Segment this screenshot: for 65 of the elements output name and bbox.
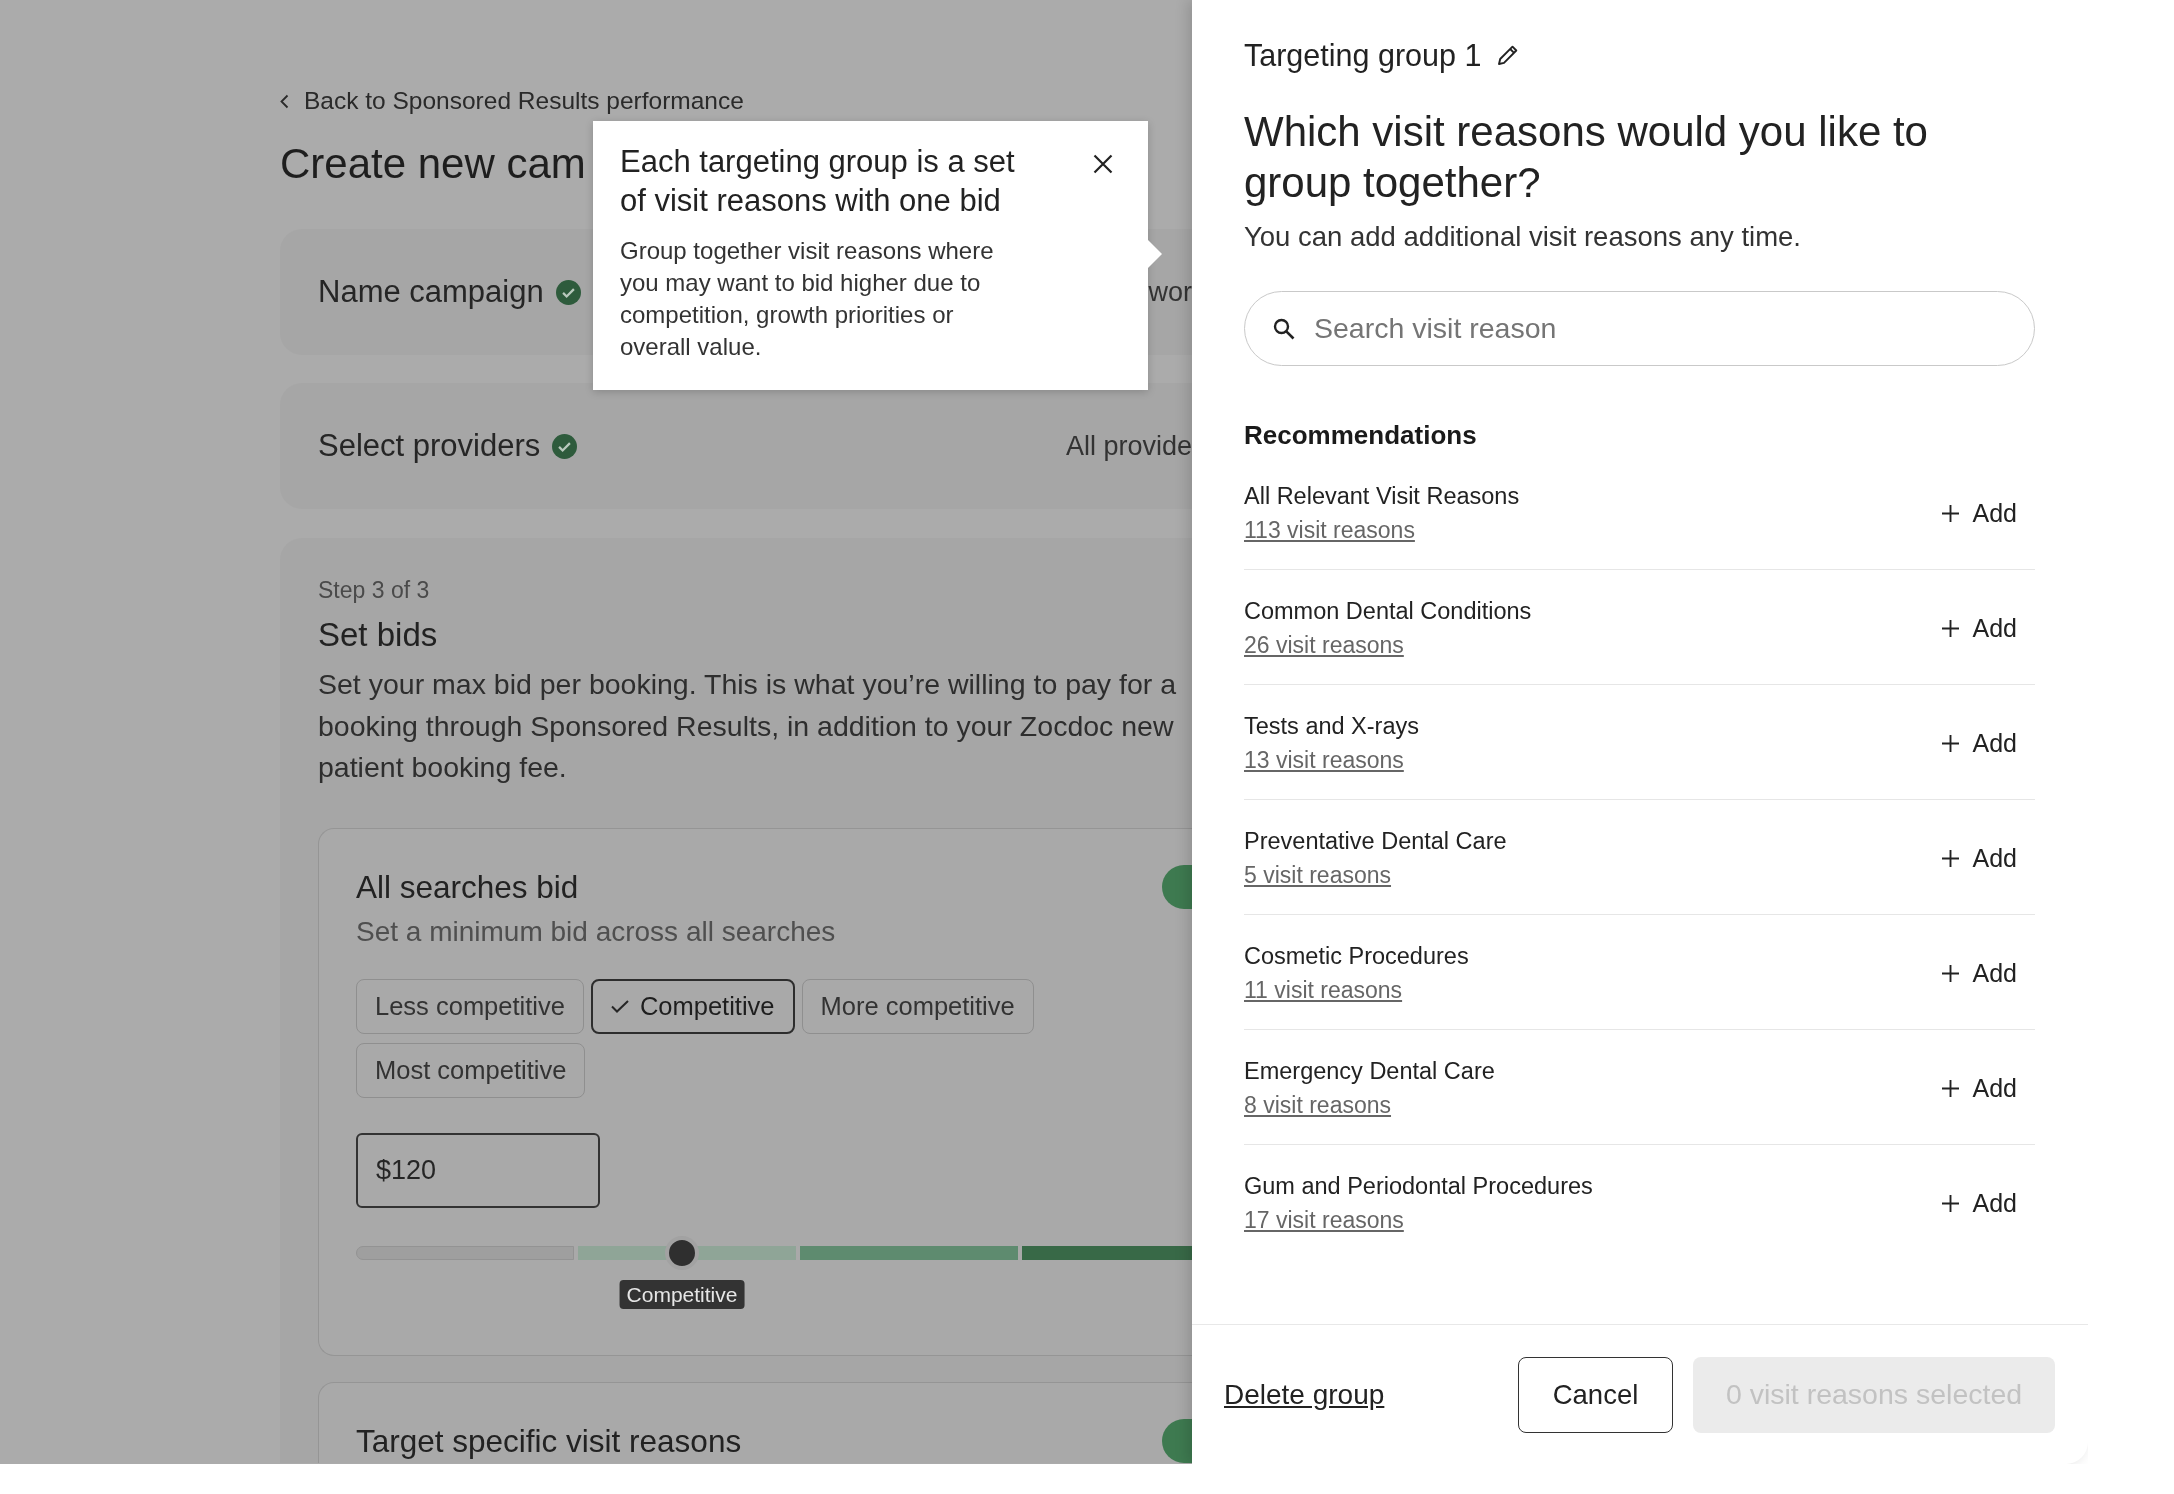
visit-reasons-link[interactable]: 8 visit reasons: [1244, 1090, 1391, 1120]
toggle-switch[interactable]: [1162, 1418, 1192, 1463]
recommendation-name: Emergency Dental Care: [1244, 1057, 1495, 1086]
plus-icon: [1941, 1194, 1959, 1212]
add-button[interactable]: Add: [1941, 728, 2017, 758]
option-chip[interactable]: Less competitive: [356, 978, 584, 1034]
recommendation-name: Common Dental Conditions: [1244, 597, 1532, 626]
option-chip[interactable]: Competitive: [590, 978, 795, 1034]
section-title: Set bids: [318, 615, 439, 655]
step-title: Name campaign: [318, 274, 544, 310]
slider-thumb[interactable]: [665, 1235, 700, 1270]
plus-icon: [1941, 504, 1959, 522]
check-icon: [610, 999, 629, 1013]
back-link[interactable]: Back to Sponsored Results performance: [280, 86, 744, 116]
drawer-subheading: You can add additional visit reasons any time.: [1244, 220, 1802, 254]
step-summary: wor: [1148, 276, 1192, 308]
plus-icon: [1941, 619, 1959, 637]
visit-reasons-link[interactable]: 5 visit reasons: [1244, 860, 1391, 890]
visit-reasons-link[interactable]: 113 visit reasons: [1244, 515, 1415, 545]
toggle-switch[interactable]: [1162, 864, 1192, 909]
add-button[interactable]: Add: [1941, 1073, 2017, 1103]
step-title: Select providers: [318, 428, 541, 464]
search-field[interactable]: Search visit reason: [1244, 291, 2035, 366]
visit-reasons-link[interactable]: 17 visit reasons: [1244, 1205, 1404, 1235]
step-label: Step 3 of 3: [318, 576, 431, 605]
add-button[interactable]: Add: [1941, 958, 2017, 988]
slider-value-label: Competitive: [619, 1279, 745, 1309]
search-icon: [1273, 318, 1295, 340]
add-button[interactable]: Add: [1941, 843, 2017, 873]
step-summary: All provide: [1065, 430, 1192, 462]
plus-icon: [1941, 1079, 1959, 1097]
slider-track[interactable]: [356, 1234, 1192, 1271]
plus-icon: [1941, 964, 1959, 982]
option-chip[interactable]: More competitive: [801, 978, 1034, 1034]
plus-icon: [1941, 849, 1959, 867]
page-title: Create new cam: [280, 139, 586, 189]
add-button[interactable]: Add: [1941, 613, 2017, 643]
recommendation-name: All Relevant Visit Reasons: [1244, 482, 1520, 511]
add-button[interactable]: Add: [1941, 1188, 2017, 1218]
drawer-heading: Which visit reasons would you like to group together?: [1244, 107, 1929, 208]
bid-card-subtitle: Set a minimum bid across all searches: [356, 914, 837, 949]
recommendation-name: Gum and Periodontal Procedures: [1244, 1172, 1593, 1201]
step-card[interactable]: Select providers All provide: [280, 383, 1192, 509]
popover-title: Each targeting group is a set of visit reasons with one bid: [620, 143, 1016, 220]
pencil-icon[interactable]: [1497, 44, 1520, 66]
popover-body: Group together visit reasons where you may want to bid higher due to competition, growth priorities or overall value.: [620, 236, 995, 362]
cancel-button[interactable]: Cancel: [1518, 1356, 1673, 1433]
add-button[interactable]: Add: [1941, 498, 2017, 528]
bid-amount-input[interactable]: $120: [356, 1132, 600, 1208]
recommendations-heading: Recommendations: [1244, 419, 1478, 452]
section-description: Set your max bid per booking. This is what you’re willing to pay for a booking through Sponsored Results, in addition to your Zocdoc new patient booking fee.: [318, 667, 1178, 785]
option-chip[interactable]: Most competitive: [356, 1042, 586, 1098]
delete-group-link[interactable]: Delete group: [1224, 1378, 1385, 1411]
bid-card-title: All searches bid: [356, 867, 579, 906]
recommendation-name: Cosmetic Procedures: [1244, 942, 1469, 971]
bid-card-title: Target specific visit reasons: [356, 1421, 742, 1460]
group-name: Targeting group 1: [1244, 37, 1482, 73]
recommendation-name: Preventative Dental Care: [1244, 827, 1507, 856]
chevron-left-icon: [280, 93, 289, 109]
close-icon: [1093, 154, 1113, 174]
plus-icon: [1941, 734, 1959, 752]
recommendation-name: Tests and X-rays: [1244, 712, 1419, 741]
visit-reasons-link[interactable]: 26 visit reasons: [1244, 630, 1404, 660]
visit-reasons-link[interactable]: 13 visit reasons: [1244, 745, 1404, 775]
visit-reasons-link[interactable]: 11 visit reasons: [1244, 975, 1403, 1005]
